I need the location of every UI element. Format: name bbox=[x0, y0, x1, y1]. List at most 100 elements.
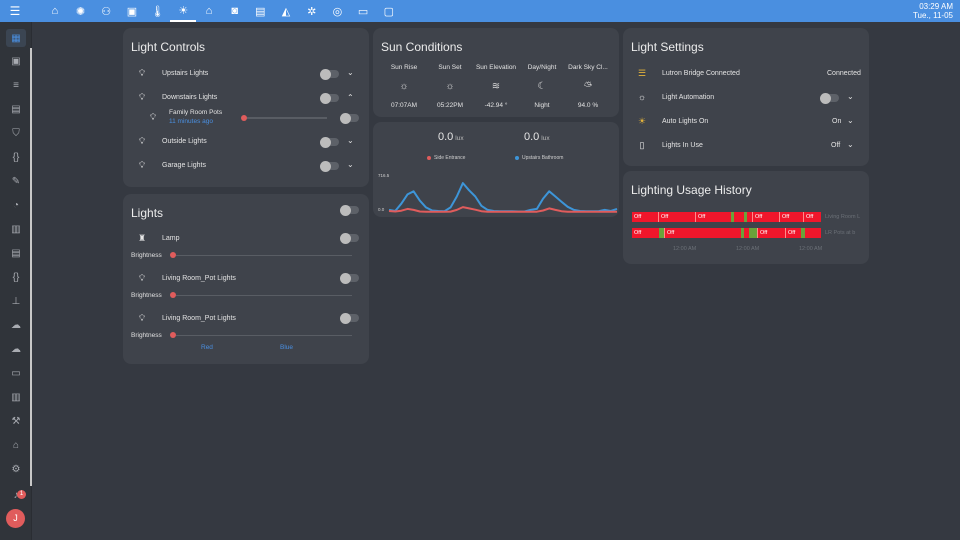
chevron-down-icon[interactable]: ⌄ bbox=[347, 160, 354, 169]
car-icon[interactable]: ▢ bbox=[376, 0, 402, 22]
menu-icon[interactable]: ☰ bbox=[8, 4, 22, 18]
list-icon[interactable]: ≡ bbox=[6, 76, 26, 94]
history-on-segment bbox=[731, 212, 734, 222]
grid-icon[interactable]: ▦ bbox=[6, 29, 26, 47]
row-auto-lights-on[interactable]: ☀ Auto Lights On bbox=[635, 113, 865, 129]
chevron-down-icon[interactable]: ⌄ bbox=[347, 136, 354, 145]
elevation-value: -42.94 ° bbox=[484, 102, 508, 109]
lamp-icon[interactable]: ✺ bbox=[68, 0, 94, 22]
card-title: Lighting Usage History bbox=[631, 183, 752, 197]
sidebar-scrollbar[interactable] bbox=[30, 48, 32, 486]
laptop-icon[interactable]: ▭ bbox=[350, 0, 376, 22]
chevron-down-icon[interactable]: ⌄ bbox=[847, 140, 854, 149]
sitemap-icon[interactable]: ⊥ bbox=[6, 292, 26, 310]
legend-swatch bbox=[515, 156, 519, 160]
row-pot-lights-2[interactable]: 💡︎ Living Room_Pot Lights bbox=[135, 310, 365, 326]
outside-lights-toggle[interactable] bbox=[320, 136, 339, 148]
cloud-upload-icon[interactable]: ☁ bbox=[6, 316, 26, 334]
lights-master-toggle[interactable] bbox=[340, 204, 359, 216]
lamp-toggle[interactable] bbox=[340, 232, 359, 244]
chevron-up-icon[interactable]: ⌃ bbox=[347, 93, 354, 102]
lighting-history-card: Lighting Usage History Off Off Off Off O… bbox=[623, 171, 869, 264]
script-icon[interactable]: ▤ bbox=[6, 100, 26, 118]
row-label: Outside Lights bbox=[162, 137, 207, 145]
history-segment: Off bbox=[752, 212, 778, 222]
sunrise-icon: ☼ bbox=[399, 81, 409, 92]
lights-card: Lights ♜ Lamp Brightness 💡︎ Living Room_… bbox=[123, 194, 369, 364]
history-bar-lr-pots[interactable]: Off Off Off Off bbox=[632, 228, 821, 238]
washer-icon[interactable]: ◙ bbox=[222, 0, 248, 22]
pot-lights-1-brightness-track[interactable] bbox=[176, 294, 352, 296]
cloud-icon[interactable]: ☁ bbox=[6, 340, 26, 358]
lightbulb-icon: 💡︎ bbox=[138, 312, 146, 323]
lights-in-use-state[interactable]: Off bbox=[831, 142, 840, 149]
auto-lights-state[interactable]: On bbox=[832, 118, 841, 125]
lux-unit: lux bbox=[455, 135, 464, 142]
chevron-down-icon[interactable]: ⌄ bbox=[847, 92, 854, 101]
history-segment: Off bbox=[634, 214, 642, 220]
series-line bbox=[388, 206, 617, 213]
chart-icon[interactable]: ▥ bbox=[6, 388, 26, 406]
chevron-down-icon[interactable]: ⌄ bbox=[847, 116, 854, 125]
thermometer-icon[interactable]: 🌡︎ bbox=[145, 0, 171, 22]
row-pot-lights-1[interactable]: 💡︎ Living Room_Pot Lights bbox=[135, 270, 365, 286]
legend-swatch bbox=[427, 156, 431, 160]
darksky-value: 94.0 % bbox=[577, 102, 599, 109]
history-segment: Off bbox=[634, 230, 642, 236]
calendar-icon[interactable]: ▥ bbox=[6, 220, 26, 238]
person-card-icon[interactable]: ▣ bbox=[6, 52, 26, 70]
monitor-icon[interactable]: ▭ bbox=[6, 364, 26, 382]
light-automation-toggle[interactable] bbox=[820, 92, 839, 104]
history-time-label: 12:00 AM bbox=[673, 246, 697, 252]
people-icon[interactable]: ⚇ bbox=[93, 0, 119, 22]
row-label: Garage Lights bbox=[162, 161, 206, 169]
red-button[interactable]: Red bbox=[201, 344, 213, 351]
braces-icon[interactable]: {} bbox=[6, 268, 26, 286]
shield-icon[interactable]: ⛉ bbox=[6, 124, 26, 142]
legend-upstairs-bathroom[interactable]: Upstairs Bathroom bbox=[515, 155, 563, 161]
wrench-icon[interactable]: ✎ bbox=[6, 172, 26, 190]
pot-lights-2-brightness-track[interactable] bbox=[176, 334, 352, 336]
y-tick-label: 0.0 bbox=[378, 207, 385, 212]
home-icon[interactable]: ⌂ bbox=[6, 436, 26, 454]
robot-vacuum-icon[interactable]: ◎ bbox=[325, 0, 351, 22]
family-room-brightness-track[interactable] bbox=[247, 117, 327, 119]
gear-icon[interactable]: ⚙ bbox=[6, 460, 26, 478]
upstairs-lights-toggle[interactable] bbox=[320, 68, 339, 80]
sunrise-value: 07:07AM bbox=[390, 102, 418, 109]
code-braces-icon[interactable]: {} bbox=[6, 148, 26, 166]
card-title: Lights bbox=[131, 206, 164, 220]
row-lamp[interactable]: ♜ Lamp bbox=[135, 230, 365, 246]
pot-lights-1-toggle[interactable] bbox=[340, 272, 359, 284]
hvac-icon[interactable]: ✲ bbox=[299, 0, 325, 22]
chevron-down-icon[interactable]: ⌄ bbox=[347, 68, 354, 77]
calendar-icon[interactable]: ▣ bbox=[119, 0, 145, 22]
legend-side-entrance[interactable]: Side Entrance bbox=[427, 155, 465, 161]
home-icon[interactable]: ⌂ bbox=[42, 0, 68, 22]
blue-button[interactable]: Blue bbox=[280, 344, 293, 351]
cctv-icon[interactable]: ◭ bbox=[273, 0, 299, 22]
lightbulb-icon[interactable]: ☀ bbox=[170, 0, 197, 22]
lux-value: 0.0 bbox=[438, 131, 454, 143]
family-room-toggle[interactable] bbox=[340, 112, 359, 124]
row-label: Living Room_Pot Lights bbox=[162, 274, 236, 282]
history-entity-name: LR Pots at b bbox=[825, 230, 856, 236]
pot-lights-2-toggle[interactable] bbox=[340, 312, 359, 324]
image-icon[interactable]: ▤ bbox=[248, 0, 274, 22]
garage-lights-toggle[interactable] bbox=[320, 160, 339, 172]
list-box-icon[interactable]: ▤ bbox=[6, 244, 26, 262]
sunset-value: 05:22PM bbox=[436, 102, 464, 109]
history-segment: Off bbox=[695, 212, 731, 222]
row-label: Downstairs Lights bbox=[162, 93, 218, 101]
garage-icon[interactable]: ⌂ bbox=[196, 0, 222, 22]
card-title: Light Controls bbox=[131, 40, 206, 54]
lamp-brightness-track[interactable] bbox=[176, 254, 352, 256]
hammer-icon[interactable]: ⚒ bbox=[6, 412, 26, 430]
lightbulb-on-icon: ☀ bbox=[637, 115, 647, 126]
legend-label: Upstairs Bathroom bbox=[522, 155, 564, 161]
history-bar-living-room[interactable]: Off Off Off Off Off Off bbox=[632, 212, 821, 222]
downstairs-lights-toggle[interactable] bbox=[320, 92, 339, 104]
speedometer-icon[interactable]: ◔ bbox=[6, 196, 26, 214]
avatar[interactable]: J bbox=[6, 509, 25, 528]
family-room-label: Family Room Pots bbox=[169, 109, 223, 116]
